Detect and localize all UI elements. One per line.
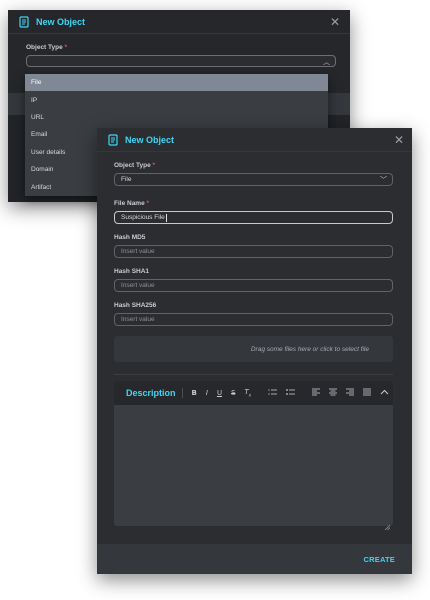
italic-button[interactable]: I [206, 389, 208, 397]
bold-button[interactable]: B [192, 389, 197, 397]
object-type-value: File [121, 176, 132, 183]
option-file[interactable]: File [25, 74, 328, 92]
editor-toolbar: Description B I U S Tx 12 [114, 381, 393, 405]
file-name-value: Suspicious File [121, 214, 165, 221]
hash-sha1-input[interactable]: Insert value [114, 279, 393, 292]
chevron-down-icon: ﹀ [380, 177, 387, 184]
option-ip[interactable]: IP [25, 91, 328, 108]
new-document-icon [18, 15, 30, 28]
object-type-label: Object Type * [26, 44, 68, 51]
divider [114, 374, 393, 375]
text-cursor [165, 213, 167, 222]
object-type-select[interactable]: ︿ [26, 55, 336, 67]
underline-button[interactable]: U [217, 389, 222, 397]
hash-md5-label: Hash MD5 [114, 234, 146, 241]
justify-icon[interactable] [363, 388, 372, 398]
chevron-up-icon[interactable] [380, 389, 389, 397]
dialog-header: New Object ✕ [97, 128, 412, 152]
hash-sha256-label: Hash SHA256 [114, 302, 157, 309]
bullet-list-icon[interactable] [286, 388, 296, 398]
svg-text:2: 2 [268, 392, 270, 396]
description-label: Description [126, 388, 183, 398]
align-left-icon[interactable] [312, 388, 321, 398]
dialog-title: New Object [125, 134, 175, 145]
hash-sha1-label: Hash SHA1 [114, 268, 150, 275]
chevron-up-icon: ︿ [323, 59, 330, 66]
object-type-select[interactable]: File ﹀ [114, 173, 393, 186]
new-document-icon [107, 133, 119, 146]
create-button[interactable]: CREATE [364, 555, 395, 564]
dialog-title: New Object [36, 16, 86, 27]
strikethrough-button[interactable]: S [231, 389, 235, 397]
new-object-dialog: New Object ✕ Object Type * File ﹀ File N… [97, 128, 412, 574]
close-icon[interactable]: ✕ [330, 16, 340, 28]
dialog-header: New Object ✕ [8, 10, 350, 34]
description-editor[interactable]: Description B I U S Tx 12 [114, 381, 393, 531]
file-name-input[interactable]: Suspicious File [114, 211, 393, 224]
hash-sha256-input[interactable]: Insert value [114, 313, 393, 326]
align-right-icon[interactable] [346, 388, 355, 398]
resize-handle-icon[interactable] [384, 517, 391, 531]
option-url[interactable]: URL [25, 109, 328, 126]
ordered-list-icon[interactable]: 12 [268, 388, 278, 398]
file-dropzone[interactable]: Drag some files here or click to select … [114, 336, 393, 362]
file-name-label: File Name * [114, 200, 150, 207]
close-icon[interactable]: ✕ [394, 134, 404, 146]
align-center-icon[interactable] [329, 388, 338, 398]
object-type-label: Object Type * [114, 162, 156, 169]
clear-format-button[interactable]: Tx [245, 388, 252, 397]
hash-md5-input[interactable]: Insert value [114, 245, 393, 258]
dialog-footer: CREATE [97, 544, 412, 574]
